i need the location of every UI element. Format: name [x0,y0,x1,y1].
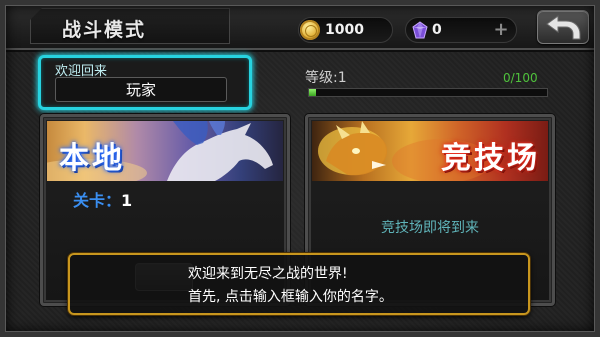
gem-icon [411,21,429,39]
player-name-input[interactable] [55,77,227,102]
gem-amount: 0 [432,22,442,38]
stage-value: 1 [121,191,133,210]
dialog-line-instruction: 首先, 点击输入框输入你的名字。 [188,289,393,305]
back-arrow-icon [546,15,581,40]
battle-mode-screen: 战斗模式 1000 0 + 欢迎回来 等级:1 [0,0,600,337]
plus-icon[interactable]: + [492,18,510,42]
page-title: 战斗模式 [62,19,147,41]
welcome-panel: 欢迎回来 [38,55,252,110]
top-bar: 战斗模式 1000 0 + [0,0,600,50]
arena-status: 竞技场即将到来 [381,220,479,236]
dialog-line-welcome: 欢迎来到无尽之战的世界! [188,266,348,282]
tutorial-dialog[interactable]: 欢迎来到无尽之战的世界! 首先, 点击输入框输入你的名字。 [68,253,530,315]
back-button[interactable] [537,10,589,44]
level-progress-bar [308,88,548,97]
local-mode-title: 本地 [59,141,125,176]
gem-counter: 0 + [405,17,517,43]
coin-counter: 1000 [298,17,393,43]
arena-mode-title: 竞技场 [441,141,540,176]
level-label: 等级:1 [305,70,347,86]
stage-label: 关卡： [73,191,122,210]
coin-icon [300,20,320,40]
level-progress-fill [309,89,317,96]
stage-indicator: 关卡：1 [73,187,132,211]
coin-amount: 1000 [325,22,364,38]
level-progress-text: 0/100 [503,71,538,85]
